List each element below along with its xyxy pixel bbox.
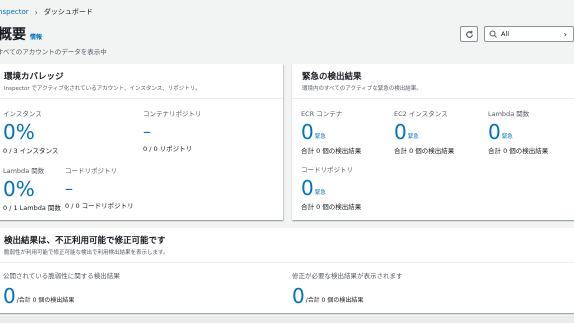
critical-title: 緊急の検出結果 bbox=[302, 72, 362, 82]
lambda-critical-tag: 緊急 bbox=[501, 134, 513, 140]
code-repo-critical-tag: 緊急 bbox=[314, 190, 326, 196]
code-repos-label: コードリポジトリ bbox=[65, 167, 117, 175]
instances-value[interactable]: 0% bbox=[3, 122, 58, 142]
code-repos-coverage: コードリポジトリ – 0 / 0 コードリポジトリ bbox=[65, 165, 134, 210]
ecr-tag: 緊急 bbox=[314, 134, 326, 140]
ec2-critical: EC2 インスタンス 0 緊急 合計 0 個の検出結果 bbox=[394, 108, 454, 155]
code-repo-critical-value[interactable]: 0 bbox=[301, 178, 314, 198]
page-header: 概要 情報 すべてのアカウントのデータを表示中 bbox=[0, 24, 107, 56]
refresh-button[interactable] bbox=[460, 26, 478, 42]
breadcrumb-separator-icon: › bbox=[34, 7, 38, 17]
container-repos-value: – bbox=[143, 122, 151, 141]
ec2-label: EC2 インスタンス bbox=[394, 110, 448, 118]
environment-coverage-card: 環境カバレッジ Inspector でアクティブ化されているアカウント、インスタ… bbox=[0, 64, 283, 220]
exploitable-findings-card: 検出結果は、不正利用可能で修正可能です 脆弱性が利用可能で修正可能な検出で利用検… bbox=[0, 228, 574, 313]
search-icon bbox=[489, 30, 497, 38]
lambda-critical-sub: 合計 0 個の検出結果 bbox=[488, 147, 549, 155]
lambda-label: Lambda 関数 bbox=[3, 167, 45, 175]
next-section-edge bbox=[0, 316, 574, 323]
public-findings-sub: /合計 0 個の検出結果 bbox=[16, 297, 75, 304]
lambda-coverage: Lambda 関数 0% 0 / 1 Lambda 関数 bbox=[3, 165, 61, 212]
ecr-label: ECR コンテナ bbox=[301, 110, 343, 118]
public-vulnerability-findings: 公開されている脆弱性に関する検出結果 0 /合計 0 個の検出結果 bbox=[3, 270, 120, 306]
breadcrumb-inspector-link[interactable]: Inspector bbox=[0, 8, 29, 16]
code-repos-sub: 0 / 0 コードリポジトリ bbox=[65, 202, 134, 210]
critical-findings-card: 緊急の検出結果 環境内のすべてのアクティブな緊急の検出結果。 ECR コンテナ … bbox=[292, 64, 574, 220]
code-repo-critical: コードリポジトリ 0 緊急 合計 0 個の検出結果 bbox=[301, 164, 361, 211]
chevron-right-icon: › bbox=[563, 29, 567, 39]
breadcrumb-current: ダッシュボード bbox=[43, 8, 93, 16]
ecr-critical: ECR コンテナ 0 緊急 合計 0 個の検出結果 bbox=[301, 108, 361, 155]
exploitable-divider bbox=[0, 262, 574, 263]
critical-divider bbox=[292, 98, 574, 99]
coverage-title: 環境カバレッジ bbox=[4, 72, 64, 82]
breadcrumb: Inspector › ダッシュボード bbox=[0, 6, 93, 18]
fixable-findings-sub: /合計 0 個の検出結果 bbox=[305, 297, 364, 304]
exploitable-title: 検出結果は、不正利用可能で修正可能です bbox=[4, 236, 166, 246]
refresh-icon bbox=[465, 30, 473, 38]
ec2-sub: 合計 0 個の検出結果 bbox=[394, 147, 455, 155]
fixable-findings-label: 修正が必要な検出結果が表示されます bbox=[292, 272, 403, 280]
public-findings-label: 公開されている脆弱性に関する検出結果 bbox=[3, 272, 120, 280]
code-repos-value: – bbox=[65, 179, 73, 198]
account-filter-select[interactable]: All › bbox=[484, 26, 574, 42]
ec2-value[interactable]: 0 bbox=[394, 122, 407, 142]
info-link[interactable]: 情報 bbox=[30, 32, 42, 41]
exploitable-description: 脆弱性が利用可能で修正可能な検出で利用検出結果を表示します。 bbox=[4, 250, 169, 256]
critical-description: 環境内のすべてのアクティブな緊急の検出結果。 bbox=[302, 86, 422, 92]
fixable-findings-value[interactable]: 0 bbox=[292, 286, 305, 306]
coverage-divider bbox=[0, 98, 283, 99]
toolbar: All › bbox=[460, 26, 574, 42]
page-subtitle: すべてのアカウントのデータを表示中 bbox=[0, 48, 107, 56]
account-filter-value: All bbox=[501, 30, 510, 38]
instances-sub: 0 / 3 インスタンス bbox=[3, 147, 59, 155]
code-repo-critical-sub: 合計 0 個の検出結果 bbox=[301, 203, 362, 211]
container-repos-coverage: コンテナリポジトリ – 0 / 0 リポジトリ bbox=[143, 108, 202, 153]
public-findings-value[interactable]: 0 bbox=[3, 286, 16, 306]
code-repo-critical-label: コードリポジトリ bbox=[301, 166, 353, 174]
fixable-findings: 修正が必要な検出結果が表示されます 0 /合計 0 個の検出結果 bbox=[292, 270, 403, 306]
lambda-sub: 0 / 1 Lambda 関数 bbox=[3, 204, 61, 212]
ec2-tag: 緊急 bbox=[407, 134, 419, 140]
ecr-sub: 合計 0 個の検出結果 bbox=[301, 147, 362, 155]
instances-label: インスタンス bbox=[3, 110, 42, 118]
container-repos-label: コンテナリポジトリ bbox=[143, 110, 202, 118]
lambda-value[interactable]: 0% bbox=[3, 179, 61, 199]
instances-coverage: インスタンス 0% 0 / 3 インスタンス bbox=[3, 108, 58, 155]
page-title: 概要 bbox=[0, 27, 26, 43]
coverage-description: Inspector でアクティブ化されているアカウント、インスタンス、リポジトリ… bbox=[4, 86, 201, 92]
container-repos-sub: 0 / 0 リポジトリ bbox=[143, 145, 193, 153]
lambda-critical-value[interactable]: 0 bbox=[488, 122, 501, 142]
lambda-critical: Lambda 関数 0 緊急 合計 0 個の検出結果 bbox=[488, 108, 548, 155]
ecr-value[interactable]: 0 bbox=[301, 122, 314, 142]
lambda-critical-label: Lambda 関数 bbox=[488, 110, 530, 118]
